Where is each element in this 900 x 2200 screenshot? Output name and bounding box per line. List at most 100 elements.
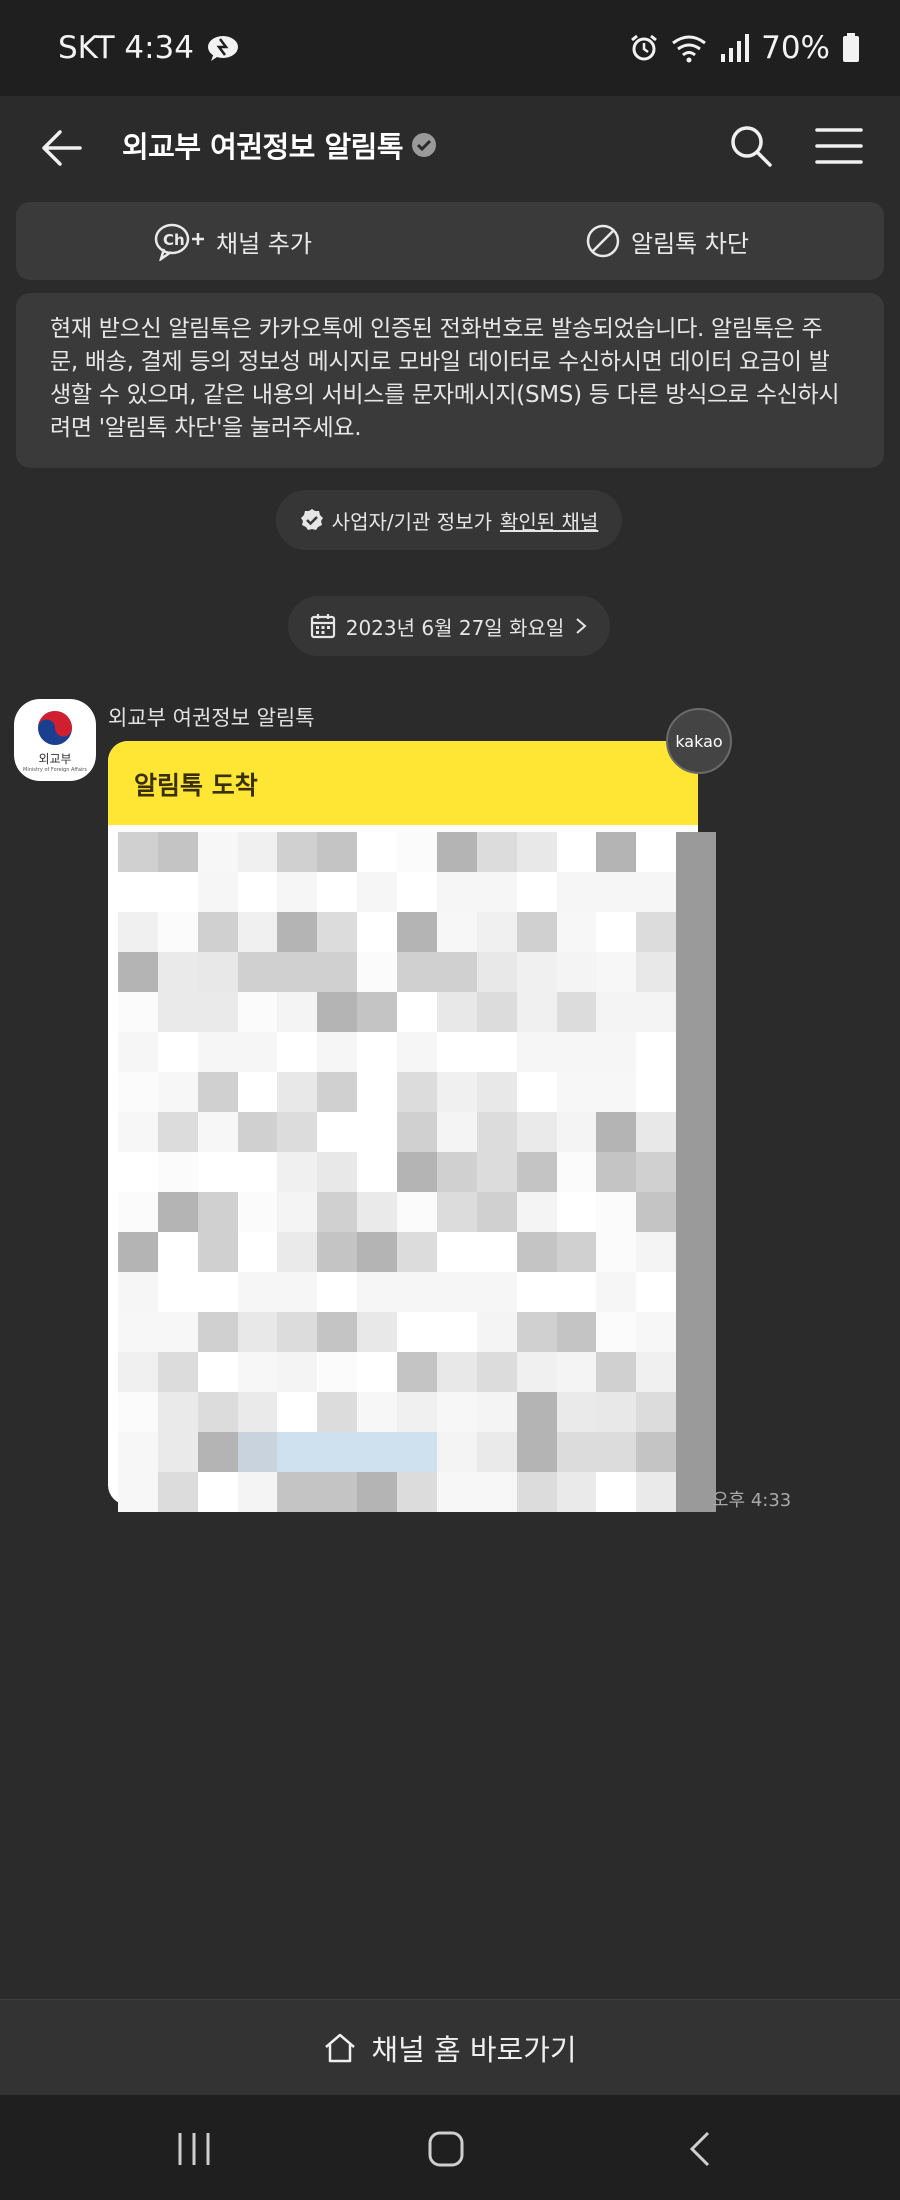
mosaic-cell — [476, 1072, 517, 1112]
mosaic-cell — [357, 1352, 398, 1392]
mosaic-cell — [676, 1392, 716, 1432]
mosaic-cell — [357, 912, 398, 952]
mosaic-cell — [277, 1392, 318, 1432]
mosaic-cell — [397, 1072, 437, 1112]
mosaic-cell — [157, 1272, 198, 1312]
mosaic-cell — [596, 1312, 637, 1352]
date-divider[interactable]: 2023년 6월 27일 화요일 — [288, 596, 610, 656]
mosaic-cell — [476, 872, 517, 912]
mosaic-cell — [676, 1112, 716, 1152]
mosaic-cell — [436, 1192, 477, 1232]
mosaic-cell — [556, 1432, 597, 1472]
mosaic-cell — [277, 912, 318, 952]
mosaic-cell — [516, 1032, 557, 1072]
mosaic-cell — [118, 1112, 158, 1152]
alarm-icon — [631, 34, 658, 61]
mosaic-cell — [277, 1272, 318, 1312]
mosaic-cell — [436, 1272, 477, 1312]
search-icon[interactable] — [728, 116, 774, 176]
message-header: 알림톡 도착 — [108, 741, 698, 825]
mosaic-cell — [636, 1352, 677, 1392]
mosaic-cell — [676, 1352, 716, 1392]
mosaic-cell — [596, 832, 637, 872]
mosaic-cell — [596, 1472, 637, 1512]
recent-apps-icon[interactable] — [172, 2127, 216, 2171]
mosaic-cell — [596, 1192, 637, 1232]
mosaic-cell — [397, 1232, 437, 1272]
mosaic-cell — [118, 992, 158, 1032]
mosaic-cell — [237, 1352, 278, 1392]
mosaic-cell — [197, 992, 238, 1032]
mosaic-cell — [157, 912, 198, 952]
mosaic-cell — [436, 872, 477, 912]
mosaic-cell — [556, 1232, 597, 1272]
mosaic-cell — [397, 1312, 437, 1352]
mosaic-cell — [397, 1112, 437, 1152]
mosaic-cell — [277, 1112, 318, 1152]
mosaic-cell — [118, 1232, 158, 1272]
mosaic-cell — [118, 1032, 158, 1072]
mosaic-cell — [397, 1392, 437, 1432]
mosaic-cell — [636, 832, 677, 872]
mosaic-cell — [157, 992, 198, 1032]
mosaic-cell — [516, 1312, 557, 1352]
verified-channel-link[interactable]: 확인된 채널 — [500, 506, 598, 535]
wifi-icon — [672, 35, 706, 63]
system-nav-bar — [0, 2095, 900, 2200]
status-bar: SKT 4:34 70% — [0, 0, 900, 96]
channel-home-button[interactable]: 채널 홈 바로가기 — [0, 1999, 900, 2095]
home-nav-icon[interactable] — [424, 2127, 468, 2171]
avatar-org-name: 외교부 — [38, 751, 72, 766]
mosaic-cell — [436, 1432, 477, 1472]
channel-add-icon: Ch — [154, 223, 205, 261]
back-arrow-icon[interactable] — [40, 118, 84, 178]
mosaic-cell — [596, 1112, 637, 1152]
date-label: 2023년 6월 27일 화요일 — [345, 615, 565, 640]
mosaic-cell — [596, 1232, 637, 1272]
mosaic-cell — [317, 1032, 358, 1072]
mosaic-cell — [636, 912, 677, 952]
mosaic-cell — [277, 832, 318, 872]
mosaic-cell — [636, 1192, 677, 1232]
mosaic-cell — [237, 1392, 278, 1432]
mosaic-cell — [397, 1152, 437, 1192]
mosaic-cell — [277, 952, 318, 992]
mosaic-cell — [157, 1232, 198, 1272]
mosaic-cell — [357, 832, 398, 872]
sender-name: 외교부 여권정보 알림톡 — [108, 706, 315, 730]
mosaic-cell — [436, 1392, 477, 1432]
mosaic-cell — [197, 1152, 238, 1192]
mosaic-cell — [157, 1072, 198, 1112]
mosaic-cell — [357, 1472, 398, 1512]
mosaic-cell — [157, 1352, 198, 1392]
mosaic-cell — [436, 832, 477, 872]
mosaic-cell — [357, 1232, 398, 1272]
mosaic-cell — [436, 952, 477, 992]
alimtalk-notice: 현재 받으신 알림톡은 카카오톡에 인증된 전화번호로 발송되었습니다. 알림톡… — [16, 293, 884, 468]
mosaic-cell — [636, 1432, 677, 1472]
back-nav-icon[interactable] — [680, 2127, 724, 2171]
mosaic-cell — [516, 1272, 557, 1312]
mosaic-cell — [676, 872, 716, 912]
mosaic-cell — [596, 952, 637, 992]
mosaic-cell — [237, 1312, 278, 1352]
mosaic-cell — [436, 1152, 477, 1192]
mosaic-cell — [277, 1152, 318, 1192]
mosaic-cell — [436, 1472, 477, 1512]
block-icon — [586, 224, 620, 258]
mosaic-cell — [476, 1472, 517, 1512]
mosaic-cell — [237, 1472, 278, 1512]
mosaic-cell — [157, 872, 198, 912]
add-channel-button[interactable]: Ch 채널 추가 — [16, 202, 450, 280]
hamburger-menu-icon[interactable] — [814, 118, 864, 174]
mosaic-cell — [277, 872, 318, 912]
mosaic-cell — [516, 1072, 557, 1112]
mosaic-cell — [237, 1232, 278, 1272]
block-alimtalk-button[interactable]: 알림톡 차단 — [450, 202, 884, 280]
sender-avatar[interactable]: 외교부 Ministry of Foreign Affairs — [14, 699, 96, 781]
mosaic-cell — [317, 1472, 358, 1512]
mosaic-cell — [436, 1112, 477, 1152]
mosaic-cell — [197, 1112, 238, 1152]
mosaic-cell — [317, 1392, 358, 1432]
mosaic-cell — [676, 1072, 716, 1112]
